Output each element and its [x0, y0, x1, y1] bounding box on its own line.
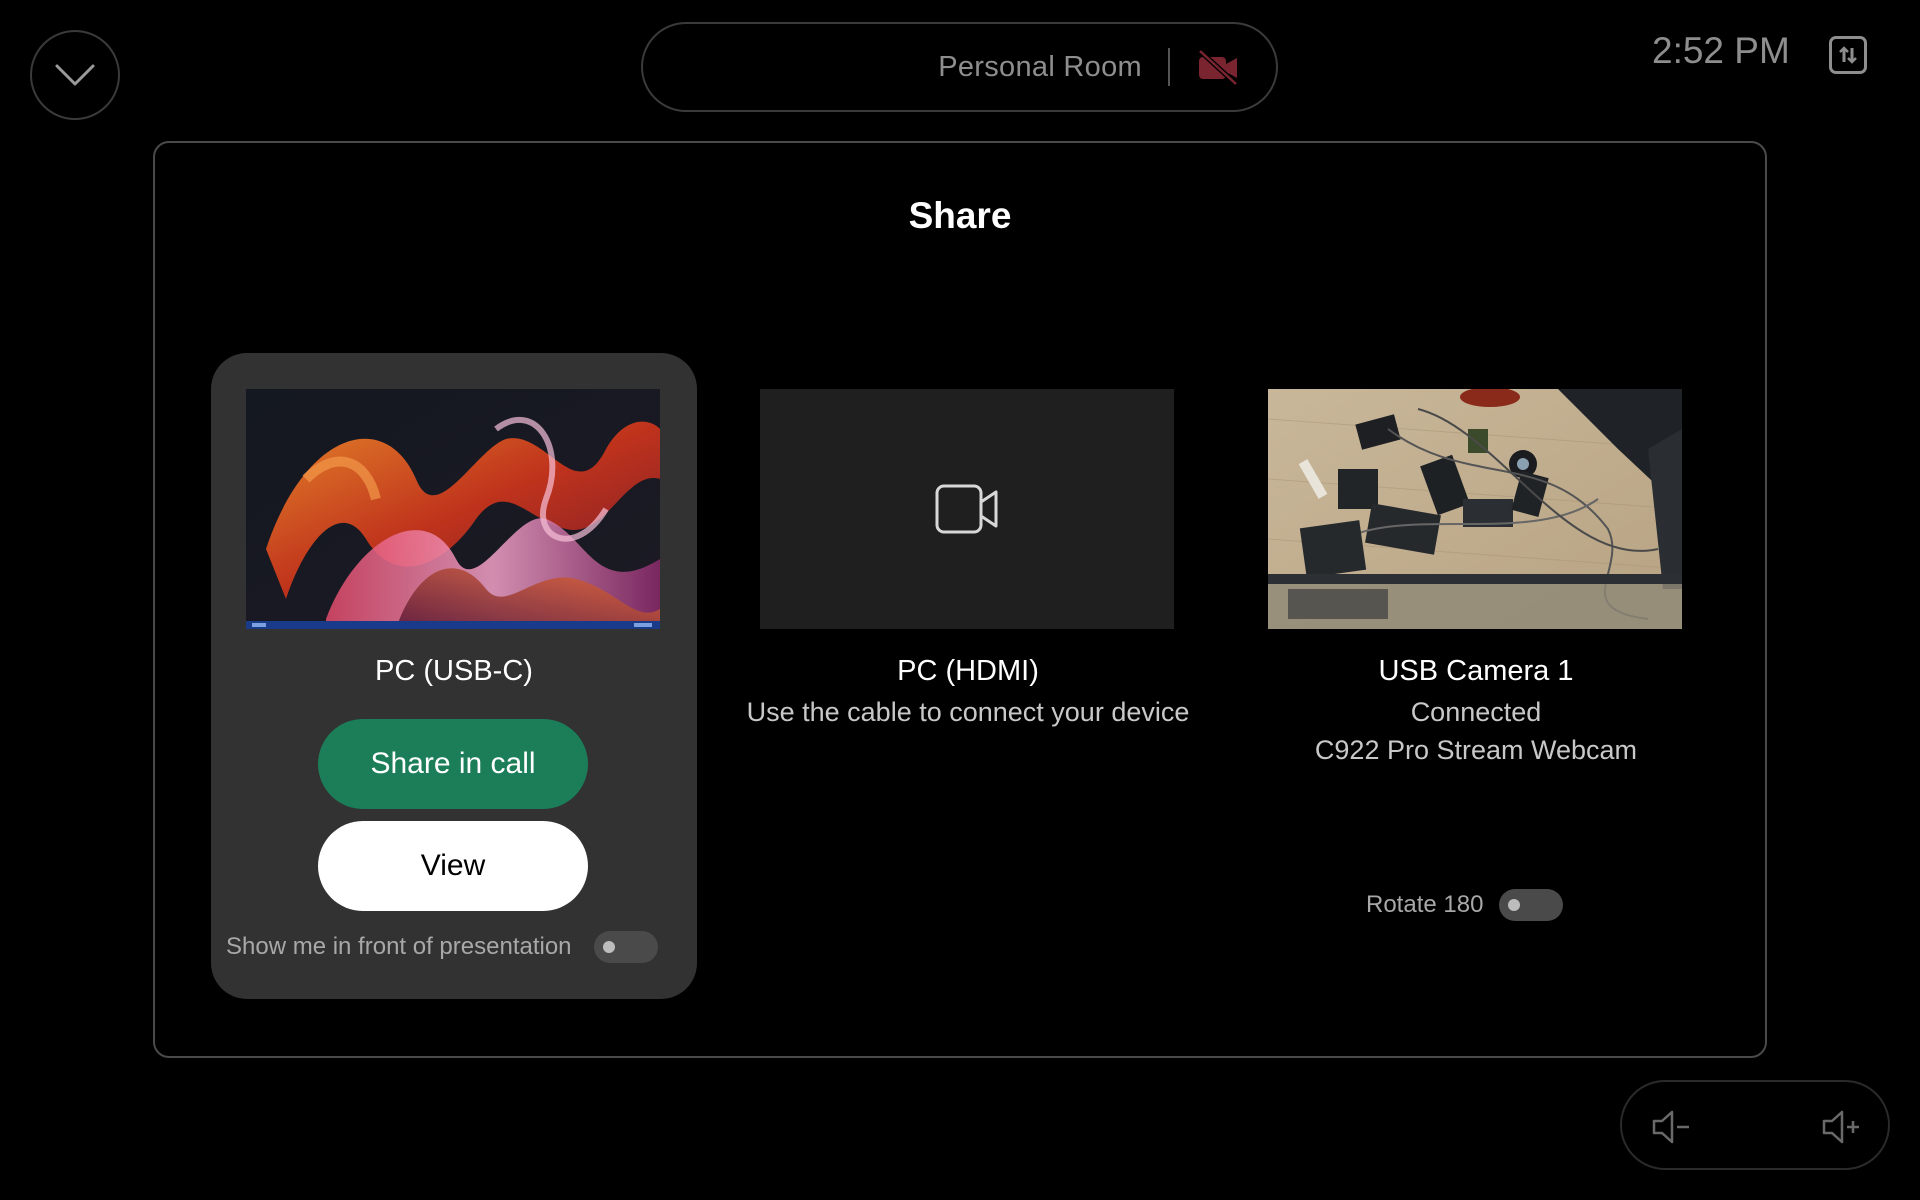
room-name: Personal Room	[938, 50, 1142, 83]
controls-panel-button[interactable]	[1829, 36, 1867, 74]
pc-usbc-preview	[246, 389, 660, 629]
pill-divider	[1168, 48, 1170, 86]
volume-up-button[interactable]	[1820, 1106, 1862, 1148]
volume-control	[1620, 1080, 1890, 1170]
usb-camera-device: C922 Pro Stream Webcam	[1314, 735, 1638, 765]
show-me-toggle-row: Show me in front of presentation	[226, 931, 658, 963]
rotate-180-toggle-row: Rotate 180	[1366, 889, 1564, 921]
volume-up-icon	[1822, 1110, 1859, 1144]
share-panel: Share PC (USB-C) Share in call View Show…	[153, 141, 1767, 1058]
pc-hdmi-preview	[760, 389, 1174, 629]
toggle-knob	[1508, 899, 1521, 911]
source-card-pc-usbc[interactable]: PC (USB-C) Share in call View Show me in…	[211, 353, 697, 999]
clock: 2:52 PM	[1652, 30, 1790, 71]
show-me-toggle-label: Show me in front of presentation	[226, 933, 572, 960]
share-title: Share	[908, 195, 1012, 236]
view-button[interactable]: View	[318, 821, 588, 911]
share-in-call-button[interactable]: Share in call	[318, 719, 588, 809]
collapse-button[interactable]	[30, 30, 120, 120]
show-me-toggle[interactable]	[593, 931, 658, 963]
usb-camera-status: Connected	[1410, 697, 1542, 727]
usb-camera-title: USB Camera 1	[1378, 655, 1574, 687]
volume-down-icon	[1652, 1110, 1689, 1144]
volume-down-button[interactable]	[1650, 1106, 1692, 1148]
rotate-180-label: Rotate 180	[1366, 891, 1484, 918]
toggle-knob	[602, 941, 615, 953]
rotate-180-toggle[interactable]	[1499, 889, 1564, 921]
sort-arrows-icon	[1839, 46, 1857, 64]
chevron-down-icon	[55, 64, 95, 86]
pc-hdmi-title: PC (HDMI)	[897, 655, 1039, 687]
camera-off-icon	[1198, 49, 1238, 86]
usb-camera-preview	[1268, 389, 1682, 629]
meeting-status-pill[interactable]: Personal Room	[641, 22, 1278, 112]
pc-usbc-title: PC (USB-C)	[375, 655, 533, 687]
video-camera-icon	[935, 484, 998, 534]
pc-hdmi-subtitle: Use the cable to connect your device	[746, 697, 1190, 727]
